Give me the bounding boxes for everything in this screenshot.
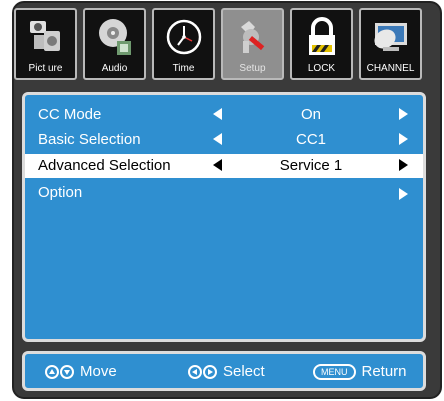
tab-label: LOCK [307,63,336,74]
left-arrow-icon[interactable] [213,133,222,145]
right-arrow-icon[interactable] [399,188,408,200]
menu-row-value: On [300,106,321,123]
select-label: Select [223,363,265,380]
audio-disc-icon [91,15,139,59]
camera-icon [22,15,70,59]
clock-icon [160,15,208,59]
move-label: Move [80,363,117,380]
tab-picture[interactable]: Pict ure [14,8,77,80]
left-arrow-icon[interactable] [213,159,222,171]
move-hint: Move [45,363,117,380]
tab-setup[interactable]: Setup [221,8,284,80]
left-right-keys-icon [188,364,217,379]
menu-row-advanced-selection[interactable]: Advanced Selection Service 1 [25,154,423,178]
menu-row-label: Advanced Selection [38,157,171,174]
cc-settings-panel: CC Mode On Basic Selection CC1 Advanced … [22,92,426,342]
right-arrow-icon[interactable] [399,133,408,145]
menu-row-basic-selection[interactable]: Basic Selection CC1 [25,128,423,152]
tab-label: CHANNEL [366,63,415,74]
tab-audio[interactable]: Audio [83,8,146,80]
tab-channel[interactable]: CHANNEL [359,8,422,80]
menu-row-option[interactable]: Option [25,181,423,205]
satellite-dish-icon [367,15,415,59]
return-label: Return [361,363,407,380]
hint-bar: Move Select MENU Return [22,351,426,391]
up-down-keys-icon [45,364,74,379]
tab-time[interactable]: Time [152,8,215,80]
menu-row-label: Basic Selection [38,131,141,148]
right-arrow-icon[interactable] [399,108,408,120]
menu-row-label: Option [38,184,83,201]
menu-key-icon: MENU [313,363,356,380]
menu-tabs: Pict ure Audio Time Setup LOCK CHANNEL [14,8,424,82]
tools-icon [229,15,277,59]
select-hint: Select [188,363,265,380]
menu-row-value: CC1 [295,131,326,148]
tab-label: Time [172,63,195,74]
menu-row-value: Service 1 [279,157,343,174]
left-arrow-icon[interactable] [213,108,222,120]
menu-row-label: CC Mode [38,106,102,123]
return-hint: MENU Return [313,363,407,380]
menu-row-cc-mode[interactable]: CC Mode On [25,103,423,127]
tab-label: Pict ure [28,63,63,74]
tab-lock[interactable]: LOCK [290,8,353,80]
lock-icon [298,15,346,59]
right-arrow-icon[interactable] [399,159,408,171]
tab-label: Setup [239,63,266,74]
tab-label: Audio [101,63,128,74]
